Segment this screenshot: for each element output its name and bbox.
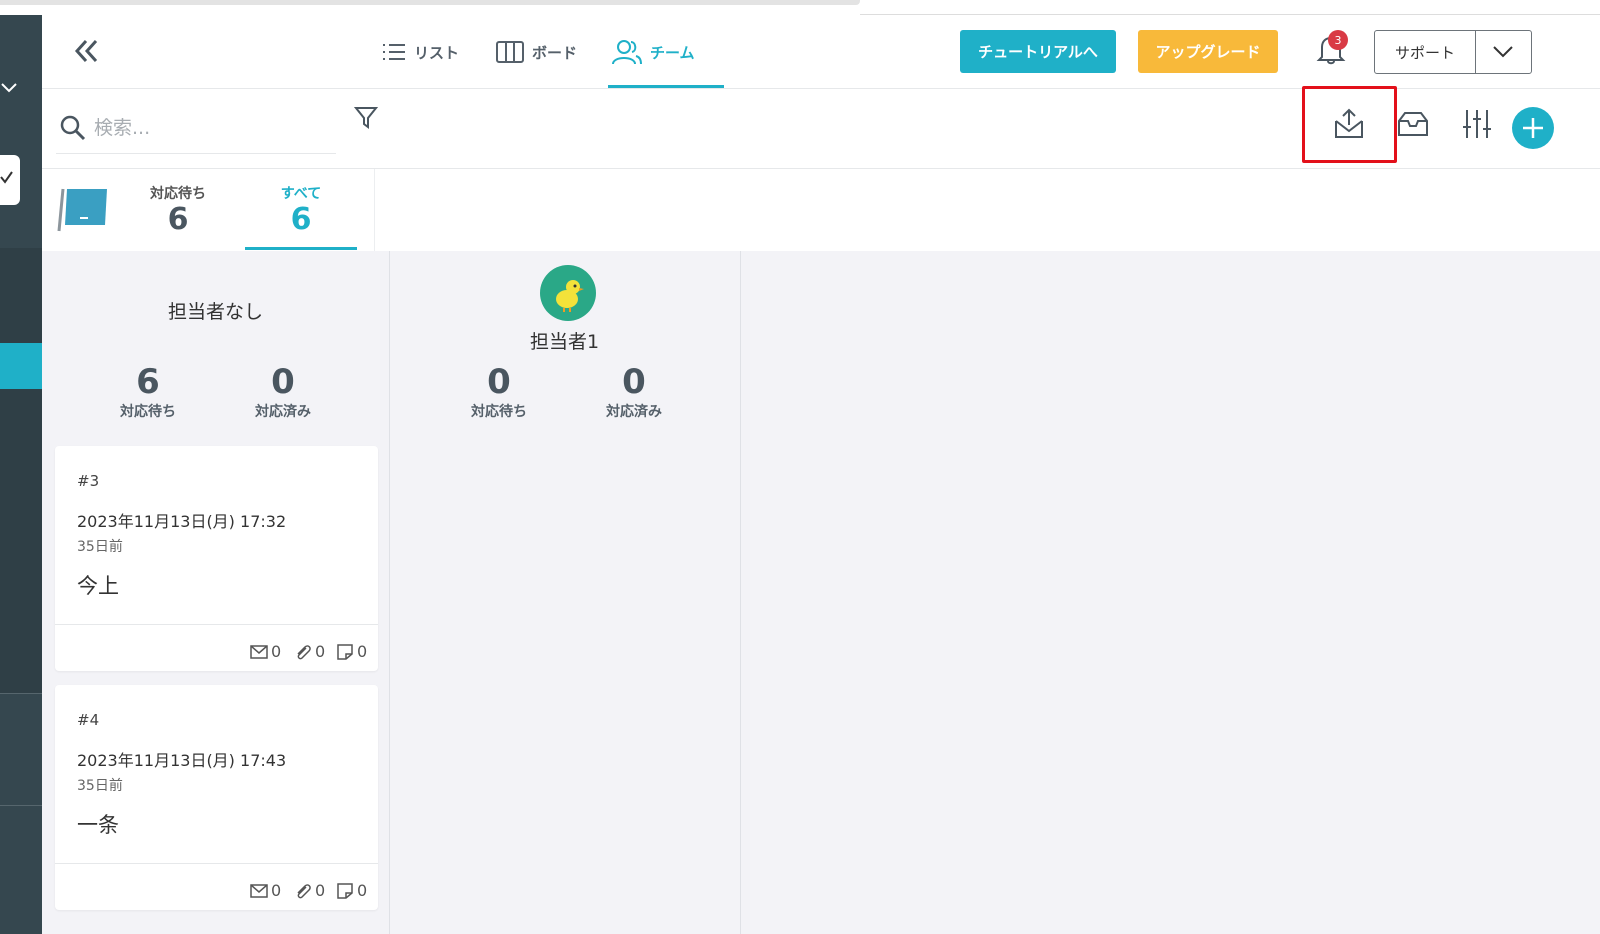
tutorial-button[interactable]: チュートリアルへ [960,30,1116,73]
active-tab-indicator [608,85,724,88]
divider [1475,31,1476,73]
ticket-id: #4 [77,711,100,729]
ticket-card[interactable]: #4 2023年11月13日(月) 17:43 35日前 一条 0 0 0 [55,685,378,910]
filter-icon[interactable] [354,105,378,131]
status-tabs: 対応待ち 6 すべて 6 [42,169,1600,251]
mail-count-value: 0 [271,642,282,661]
waiting-label: 対応待ち [471,404,527,420]
tab-team[interactable]: チーム [612,35,695,69]
sidebar-section [0,248,42,693]
column-done-stat[interactable]: 0 対応済み [579,363,689,421]
ticket-age: 35日前 [77,778,123,794]
paperclip-icon [297,883,311,898]
done-count: 0 [271,362,295,402]
active-status-indicator [245,247,357,250]
ticket-title: 一条 [77,813,119,837]
toolbar [42,86,1600,169]
note-icon [337,643,353,660]
collapse-sidebar-icon[interactable] [72,37,100,65]
chick-icon [556,280,584,312]
mail-count: 0 [249,642,281,661]
tab-waiting[interactable]: 対応待ち 6 [122,183,234,249]
divider [0,805,42,806]
divider [55,624,378,625]
highlight-box [1302,86,1397,163]
divider [0,693,42,694]
search-input[interactable] [94,113,324,143]
tab-waiting-label: 対応待ち [150,186,206,202]
mail-count-value: 0 [271,881,282,900]
note-count: 0 [335,642,367,661]
mail-count: 0 [249,881,281,900]
settings-sliders-icon[interactable] [1460,107,1494,141]
board-icon [496,41,524,63]
top-header: リスト ボード チーム チュートリアルへ アップグレード 3 サポート [42,15,1600,89]
done-label: 対応済み [606,404,662,420]
done-label: 対応済み [255,404,311,420]
chevron-down-icon[interactable] [1491,43,1515,61]
support-label[interactable]: サポート [1375,31,1475,73]
waiting-label: 対応待ち [120,404,176,420]
note-count-value: 0 [357,642,368,661]
mail-icon [250,883,268,898]
ticket-id: #3 [77,472,100,490]
ticket-date: 2023年11月13日(月) 17:32 [77,512,287,531]
divider [374,169,375,251]
search-underline [56,153,336,154]
ticket-age: 35日前 [77,539,123,555]
ticket-title: 今上 [77,574,119,598]
notification-badge: 3 [1328,30,1348,50]
inbox-icon[interactable] [1396,107,1430,141]
column-waiting-stat[interactable]: 0 対応待ち [444,363,554,421]
plus-icon [1523,118,1543,138]
waiting-count: 0 [487,362,511,402]
tab-list-label: リスト [414,43,460,62]
upgrade-button[interactable]: アップグレード [1138,30,1278,73]
sidebar-item-selected[interactable] [0,343,42,389]
browser-top-edge [0,0,1600,16]
scroll-indicator [0,0,860,5]
waiting-count: 6 [136,362,160,402]
column-divider [740,251,741,934]
flag-icon [57,188,107,232]
tab-all[interactable]: すべて 6 [245,183,357,249]
left-sidebar [0,15,42,934]
search-icon [60,115,86,141]
attachment-count: 0 [293,881,325,900]
attachment-count-value: 0 [315,881,326,900]
tab-team-label: チーム [650,43,695,62]
attachment-count-value: 0 [315,642,326,661]
add-button[interactable] [1512,107,1554,149]
note-count: 0 [335,881,367,900]
note-icon [337,882,353,899]
attachment-count: 0 [293,642,325,661]
tab-list[interactable]: リスト [382,35,459,69]
column-title: 担当者1 [529,331,600,353]
ticket-date: 2023年11月13日(月) 17:43 [77,751,287,770]
mail-icon [250,644,268,659]
tab-all-label: すべて [280,186,322,202]
sidebar-toggle[interactable] [0,155,20,205]
tab-board-label: ボード [532,43,578,62]
chevron-down-icon[interactable] [0,79,22,97]
tab-all-count: 6 [290,202,312,237]
column-done-stat[interactable]: 0 対応済み [228,363,338,421]
divider [55,863,378,864]
support-dropdown[interactable]: サポート [1374,30,1532,74]
team-board: 担当者なし 6 対応待ち 0 対応済み #3 2023年11月13日(月) 17… [42,251,1600,934]
avatar [540,265,596,321]
done-count: 0 [622,362,646,402]
paperclip-icon [297,644,311,659]
note-count-value: 0 [357,881,368,900]
tab-board[interactable]: ボード [496,35,577,69]
ticket-card[interactable]: #3 2023年11月13日(月) 17:32 35日前 今上 0 0 0 [55,446,378,671]
team-icon [612,40,642,65]
column-title: 担当者なし [167,301,263,323]
tab-waiting-count: 6 [167,202,189,237]
list-icon [383,44,405,60]
column-waiting-stat[interactable]: 6 対応待ち [93,363,203,421]
